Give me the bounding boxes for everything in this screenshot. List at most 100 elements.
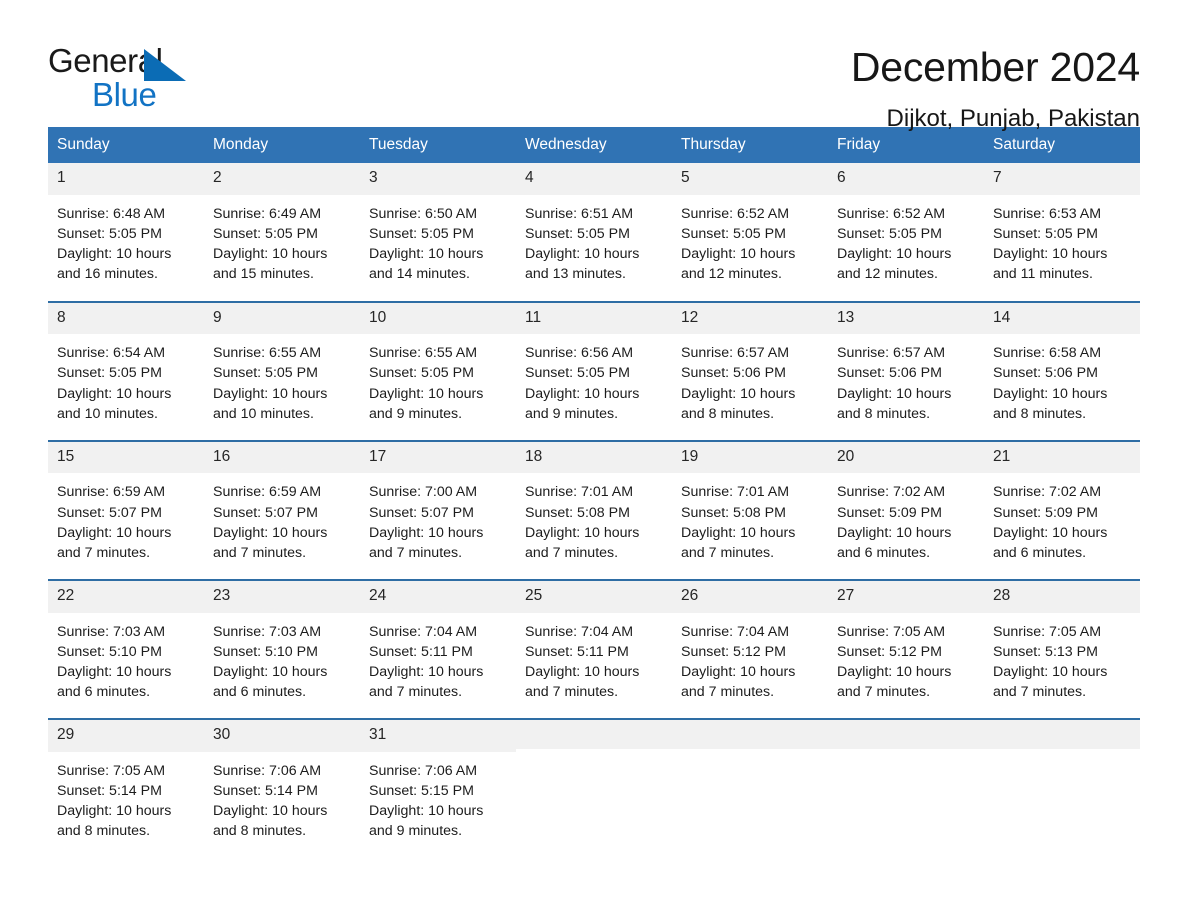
sunset-time: Sunset: 5:05 PM <box>213 365 318 382</box>
day-details: Sunrise: 7:00 AM Sunset: 5:07 PM Daylight:… <box>360 473 516 579</box>
sunset-time: Sunset: 5:08 PM <box>681 504 786 521</box>
daylight-duration-line2: and 10 minutes. <box>213 405 314 422</box>
day-cell[interactable]: 27 Sunrise: 7:05 AM Sunset: 5:12 PM Dayligh… <box>828 581 984 719</box>
day-number: 7 <box>984 163 1140 195</box>
day-cell[interactable]: 3 Sunrise: 6:50 AM Sunset: 5:05 PM Daylight… <box>360 163 516 301</box>
day-cell[interactable]: 14 Sunrise: 6:58 AM Sunset: 5:06 PM Dayligh… <box>984 302 1140 440</box>
sunrise-time: Sunrise: 6:48 AM <box>57 205 166 222</box>
sunrise-time: Sunrise: 7:06 AM <box>369 762 478 779</box>
sunset-time: Sunset: 5:05 PM <box>681 226 786 243</box>
day-cell[interactable]: 12 Sunrise: 6:57 AM Sunset: 5:06 PM Dayligh… <box>672 302 828 440</box>
sunset-time: Sunset: 5:14 PM <box>57 783 162 799</box>
daylight-duration-line1: Daylight: 10 hours <box>57 246 172 263</box>
day-cell[interactable]: 5 Sunrise: 6:52 AM Sunset: 5:05 PM Daylight… <box>672 163 828 301</box>
daylight-duration-line1: Daylight: 10 hours <box>57 803 172 820</box>
day-cell[interactable]: 28 Sunrise: 7:05 AM Sunset: 5:13 PM Dayligh… <box>984 581 1140 719</box>
sunrise-time: Sunrise: 7:06 AM <box>213 762 322 779</box>
day-number: 12 <box>672 302 828 335</box>
day-cell[interactable]: 29 Sunrise: 7:05 AM Sunset: 5:14 PM Dayligh… <box>48 720 204 858</box>
day-cell[interactable]: 18 Sunrise: 7:01 AM Sunset: 5:08 PM Dayligh… <box>516 441 672 580</box>
sunrise-time: Sunrise: 6:52 AM <box>837 205 946 222</box>
daylight-duration-line2: and 10 minutes. <box>57 405 158 422</box>
day-cell[interactable]: 4 Sunrise: 6:51 AM Sunset: 5:05 PM Daylight… <box>516 163 672 301</box>
sunset-time: Sunset: 5:05 PM <box>525 226 630 243</box>
sunrise-time: Sunrise: 7:02 AM <box>837 484 946 501</box>
day-cell[interactable]: 8 Sunrise: 6:54 AM Sunset: 5:05 PM Daylight… <box>48 302 204 440</box>
weekday-tuesday: Tuesday <box>369 136 428 153</box>
daylight-duration-line2: and 9 minutes. <box>369 823 463 840</box>
day-details: Sunrise: 7:06 AM Sunset: 5:14 PM Daylight:… <box>204 752 360 858</box>
daylight-duration-line1: Daylight: 10 hours <box>681 663 796 680</box>
day-number: 11 <box>516 302 672 335</box>
day-number: 29 <box>48 720 204 752</box>
day-details <box>672 749 828 774</box>
day-details: Sunrise: 7:01 AM Sunset: 5:08 PM Daylight:… <box>516 473 672 579</box>
day-cell[interactable]: 7 Sunrise: 6:53 AM Sunset: 5:05 PM Daylight… <box>984 163 1140 301</box>
day-details: Sunrise: 7:03 AM Sunset: 5:10 PM Daylight:… <box>204 613 360 719</box>
daylight-duration-line2: and 7 minutes. <box>681 544 775 561</box>
day-cell[interactable]: 16 Sunrise: 6:59 AM Sunset: 5:07 PM Dayligh… <box>204 441 360 580</box>
sunset-time: Sunset: 5:06 PM <box>993 365 1098 382</box>
sunrise-time: Sunrise: 6:49 AM <box>213 205 322 222</box>
day-cell[interactable]: 2 Sunrise: 6:49 AM Sunset: 5:05 PM Daylight… <box>204 163 360 301</box>
sunrise-time: Sunrise: 7:05 AM <box>57 762 166 779</box>
general-blue-logo[interactable]: General Blue <box>48 44 198 114</box>
daylight-duration-line2: and 7 minutes. <box>369 544 463 561</box>
day-cell[interactable]: 19 Sunrise: 7:01 AM Sunset: 5:08 PM Dayligh… <box>672 441 828 580</box>
day-number: 3 <box>360 163 516 195</box>
day-details: Sunrise: 7:02 AM Sunset: 5:09 PM Daylight:… <box>828 473 984 579</box>
day-cell[interactable]: 6 Sunrise: 6:52 AM Sunset: 5:05 PM Daylight… <box>828 163 984 301</box>
day-cell[interactable]: 1 Sunrise: 6:48 AM Sunset: 5:05 PM Daylight… <box>48 163 204 301</box>
daylight-duration-line1: Daylight: 10 hours <box>369 803 484 820</box>
day-number: 16 <box>204 441 360 474</box>
sunrise-time: Sunrise: 7:03 AM <box>57 623 166 640</box>
sunrise-time: Sunrise: 7:04 AM <box>681 623 790 640</box>
sunrise-time: Sunrise: 6:50 AM <box>369 205 478 222</box>
day-details: Sunrise: 7:05 AM Sunset: 5:12 PM Daylight:… <box>828 613 984 719</box>
day-cell[interactable]: 13 Sunrise: 6:57 AM Sunset: 5:06 PM Dayligh… <box>828 302 984 440</box>
day-details: Sunrise: 7:04 AM Sunset: 5:11 PM Daylight:… <box>516 613 672 719</box>
day-details: Sunrise: 7:05 AM Sunset: 5:14 PM Daylight:… <box>48 752 204 858</box>
daylight-duration-line1: Daylight: 10 hours <box>57 663 172 680</box>
day-details: Sunrise: 6:50 AM Sunset: 5:05 PM Daylight:… <box>360 195 516 301</box>
day-cell[interactable]: 31 Sunrise: 7:06 AM Sunset: 5:15 PM Dayligh… <box>360 720 516 858</box>
day-cell[interactable]: 9 Sunrise: 6:55 AM Sunset: 5:05 PM Daylight… <box>204 302 360 440</box>
day-cell[interactable]: 24 Sunrise: 7:04 AM Sunset: 5:11 PM Dayligh… <box>360 581 516 719</box>
day-number: 30 <box>204 720 360 752</box>
day-details: Sunrise: 6:48 AM Sunset: 5:05 PM Daylight:… <box>48 195 204 301</box>
day-cell[interactable]: 21 Sunrise: 7:02 AM Sunset: 5:09 PM Dayligh… <box>984 441 1140 580</box>
daylight-duration-line2: and 6 minutes. <box>57 684 151 701</box>
day-cell[interactable]: 23 Sunrise: 7:03 AM Sunset: 5:10 PM Dayligh… <box>204 581 360 719</box>
sunrise-time: Sunrise: 7:03 AM <box>213 623 322 640</box>
day-cell[interactable]: 15 Sunrise: 6:59 AM Sunset: 5:07 PM Dayligh… <box>48 441 204 580</box>
sunrise-time: Sunrise: 6:53 AM <box>993 205 1102 222</box>
calendar-week-row: 29 Sunrise: 7:05 AM Sunset: 5:14 PM Dayligh… <box>48 718 1140 858</box>
day-cell[interactable]: 25 Sunrise: 7:04 AM Sunset: 5:11 PM Dayligh… <box>516 581 672 719</box>
sunset-time: Sunset: 5:11 PM <box>525 643 629 660</box>
day-details: Sunrise: 6:55 AM Sunset: 5:05 PM Daylight:… <box>204 334 360 440</box>
day-number: 19 <box>672 441 828 474</box>
day-cell[interactable]: 10 Sunrise: 6:55 AM Sunset: 5:05 PM Dayligh… <box>360 302 516 440</box>
sunrise-time: Sunrise: 6:55 AM <box>369 345 478 362</box>
weekday-header-row: Sunday Monday Tuesday Wednesday Thursday… <box>48 127 1140 164</box>
day-number: 25 <box>516 581 672 613</box>
day-details: Sunrise: 7:06 AM Sunset: 5:15 PM Daylight:… <box>360 752 516 858</box>
daylight-duration-line1: Daylight: 10 hours <box>369 524 484 541</box>
day-details: Sunrise: 6:59 AM Sunset: 5:07 PM Daylight:… <box>204 473 360 579</box>
daylight-duration-line2: and 16 minutes. <box>57 266 158 283</box>
day-details: Sunrise: 6:57 AM Sunset: 5:06 PM Daylight:… <box>672 334 828 440</box>
sunset-time: Sunset: 5:05 PM <box>213 226 318 243</box>
day-number: 31 <box>360 720 516 752</box>
day-details: Sunrise: 7:04 AM Sunset: 5:11 PM Daylight:… <box>360 613 516 719</box>
day-details: Sunrise: 6:52 AM Sunset: 5:05 PM Daylight:… <box>672 195 828 301</box>
sunrise-time: Sunrise: 7:04 AM <box>525 623 634 640</box>
day-cell[interactable]: 22 Sunrise: 7:03 AM Sunset: 5:10 PM Dayligh… <box>48 581 204 719</box>
daylight-duration-line2: and 7 minutes. <box>837 684 931 701</box>
day-cell[interactable]: 26 Sunrise: 7:04 AM Sunset: 5:12 PM Dayligh… <box>672 581 828 719</box>
day-cell[interactable]: 17 Sunrise: 7:00 AM Sunset: 5:07 PM Dayligh… <box>360 441 516 580</box>
day-cell[interactable]: 20 Sunrise: 7:02 AM Sunset: 5:09 PM Dayligh… <box>828 441 984 580</box>
day-cell[interactable]: 30 Sunrise: 7:06 AM Sunset: 5:14 PM Dayligh… <box>204 720 360 858</box>
day-cell[interactable]: 11 Sunrise: 6:56 AM Sunset: 5:05 PM Dayligh… <box>516 302 672 440</box>
day-number: 17 <box>360 441 516 474</box>
sunset-time: Sunset: 5:12 PM <box>681 643 786 660</box>
